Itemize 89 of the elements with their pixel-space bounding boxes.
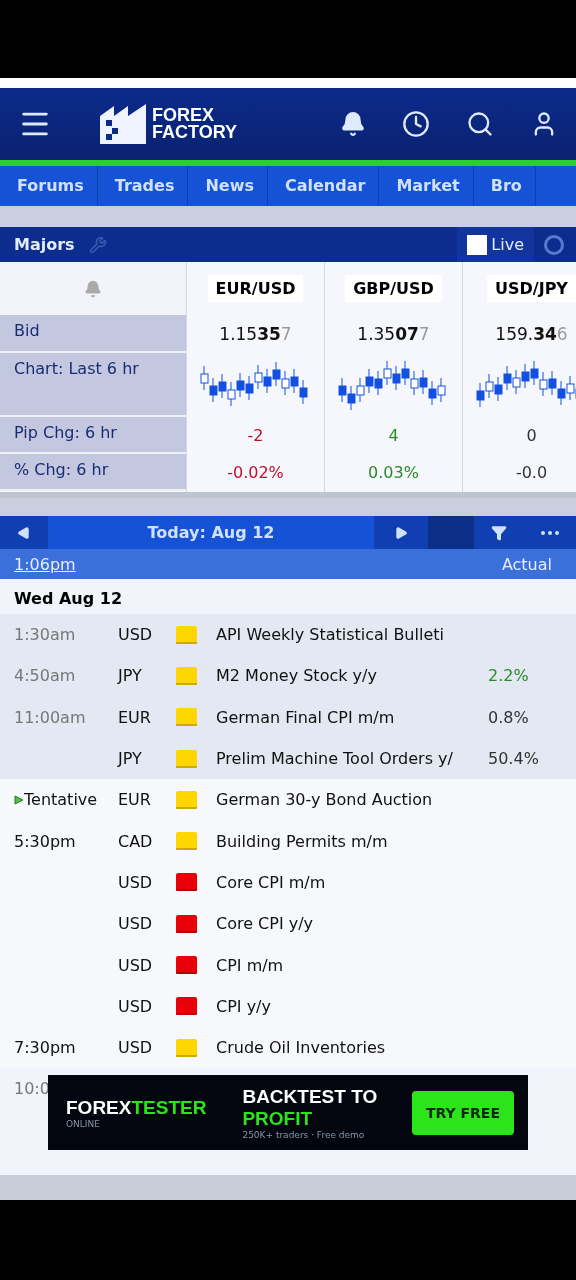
row-label: Chart: Last 6 hr bbox=[0, 353, 186, 417]
toolbar-slot bbox=[428, 516, 474, 549]
event-row[interactable]: 7:30pm USD Crude Oil Inventories bbox=[0, 1026, 576, 1069]
event-title[interactable]: Building Permits m/m bbox=[216, 831, 488, 851]
event-row[interactable]: 5:30pm CAD Building Permits m/m bbox=[0, 820, 576, 862]
event-time: 5:30pm bbox=[14, 831, 77, 851]
event-title[interactable]: Core CPI m/m bbox=[216, 872, 488, 892]
try-free-button[interactable]: TRY FREE bbox=[411, 1090, 514, 1135]
currency-code: EUR bbox=[118, 707, 152, 727]
settings-icon[interactable] bbox=[544, 234, 564, 255]
filter-button[interactable] bbox=[474, 516, 524, 549]
left-triangle-icon bbox=[17, 525, 31, 540]
event-row[interactable]: 11:00am EUR German Final CPI m/m 0.8% bbox=[0, 696, 576, 738]
event-row[interactable]: Tentative EUR German 30-y Bond Auction bbox=[0, 779, 576, 821]
event-title[interactable]: German 30-y Bond Auction bbox=[216, 790, 488, 810]
ad-banner[interactable]: FOREXTESTER ONLINE BACKTEST TO PROFIT 250K+ traders · Free demo TRY FREE bbox=[48, 1075, 528, 1151]
pip-change: 4 bbox=[388, 426, 399, 445]
event-row[interactable]: USD Core CPI m/m bbox=[0, 861, 576, 904]
percent-change: 0.03% bbox=[368, 463, 419, 482]
section-title: Majors bbox=[14, 235, 75, 254]
currency-code: USD bbox=[118, 1038, 154, 1058]
row-label: Bid bbox=[0, 315, 186, 353]
pip-change: -2 bbox=[247, 426, 264, 445]
search-icon[interactable] bbox=[466, 110, 494, 138]
row-label: % Chg: 6 hr bbox=[0, 454, 186, 491]
percent-change: -0.02% bbox=[227, 463, 284, 482]
logo-text: FOREX FACTORY bbox=[152, 107, 237, 141]
brand-subtitle: ONLINE bbox=[66, 1118, 101, 1129]
date-label: Today: Aug 12 bbox=[146, 523, 276, 542]
event-time: 7:30pm bbox=[14, 1038, 77, 1058]
more-icon bbox=[541, 530, 559, 535]
event-row[interactable]: JPY Prelim Machine Tool Orders y/ 50.4% bbox=[0, 737, 576, 780]
impact-icon[interactable] bbox=[176, 914, 197, 933]
event-title[interactable]: M2 Money Stock y/y bbox=[216, 666, 488, 686]
event-title[interactable]: Core CPI y/y bbox=[216, 914, 488, 934]
event-row[interactable]: 1:30am USD API Weekly Statistical Bulleti bbox=[0, 614, 576, 656]
currency-code: USD bbox=[118, 996, 154, 1016]
impact-icon[interactable] bbox=[176, 997, 197, 1016]
right-triangle-icon bbox=[394, 525, 408, 540]
previous-button[interactable] bbox=[0, 516, 48, 549]
currency-code: CAD bbox=[118, 831, 154, 851]
live-checkbox[interactable]: Live bbox=[457, 227, 534, 262]
bid-price: 1.35077 bbox=[357, 324, 430, 344]
ad-headline: BACKTEST TO PROFIT bbox=[242, 1085, 379, 1130]
event-time: Tentative bbox=[14, 790, 118, 810]
event-title[interactable]: German Final CPI m/m bbox=[216, 707, 488, 727]
currency-code: JPY bbox=[118, 749, 143, 769]
pair-label[interactable]: USD/JPY bbox=[487, 275, 576, 302]
pip-change: 0 bbox=[526, 426, 537, 445]
factory-logo-icon bbox=[100, 104, 146, 144]
percent-change: -0.0 bbox=[515, 463, 548, 482]
event-title[interactable]: CPI m/m bbox=[216, 955, 488, 975]
event-row[interactable]: USD CPI y/y bbox=[0, 985, 576, 1027]
event-time: 11:00am bbox=[14, 707, 87, 727]
bid-price: 1.15357 bbox=[219, 324, 292, 344]
event-title[interactable]: Prelim Machine Tool Orders y/ bbox=[216, 749, 488, 769]
event-row[interactable]: USD CPI m/m bbox=[0, 944, 576, 986]
column-header: Actual bbox=[501, 554, 552, 574]
row-label: Pip Chg: 6 hr bbox=[0, 417, 186, 454]
event-title[interactable]: Crude Oil Inventories bbox=[216, 1038, 488, 1058]
actual-value: 2.2% bbox=[488, 666, 529, 686]
day-header: Wed Aug 12 bbox=[13, 588, 123, 610]
event-time: 1:30am bbox=[14, 625, 77, 645]
event-title[interactable]: CPI y/y bbox=[216, 996, 488, 1016]
actual-value: 50.4% bbox=[488, 749, 539, 769]
current-time-link[interactable]: 1:06pm bbox=[14, 554, 76, 574]
currency-code: USD bbox=[118, 872, 154, 892]
currency-code: USD bbox=[118, 625, 154, 645]
ad-subline: 250K+ traders · Free demo bbox=[242, 1129, 366, 1140]
pair-label[interactable]: GBP/USD bbox=[345, 275, 442, 302]
currency-code: JPY bbox=[118, 666, 143, 686]
next-button[interactable] bbox=[374, 516, 428, 549]
event-row[interactable]: 4:50am JPY M2 Money Stock y/y 2.2% bbox=[0, 655, 576, 697]
currency-code: USD bbox=[118, 955, 154, 975]
event-title[interactable]: API Weekly Statistical Bulleti bbox=[216, 625, 488, 645]
event-row[interactable]: USD Core CPI y/y bbox=[0, 903, 576, 945]
bid-price: 159.346 bbox=[495, 324, 568, 344]
currency-code: EUR bbox=[118, 790, 152, 810]
play-icon bbox=[14, 794, 24, 805]
brand-name: FOREXTESTER bbox=[66, 1096, 207, 1119]
filter-icon bbox=[491, 524, 507, 541]
pair-label[interactable]: EUR/USD bbox=[207, 275, 304, 302]
bell-icon[interactable] bbox=[340, 111, 366, 137]
impact-icon[interactable] bbox=[176, 873, 197, 892]
event-time: 4:50am bbox=[14, 666, 77, 686]
clock-icon[interactable] bbox=[402, 110, 430, 138]
more-button[interactable] bbox=[524, 516, 576, 549]
actual-value: 0.8% bbox=[488, 707, 529, 727]
currency-code: USD bbox=[118, 914, 154, 934]
